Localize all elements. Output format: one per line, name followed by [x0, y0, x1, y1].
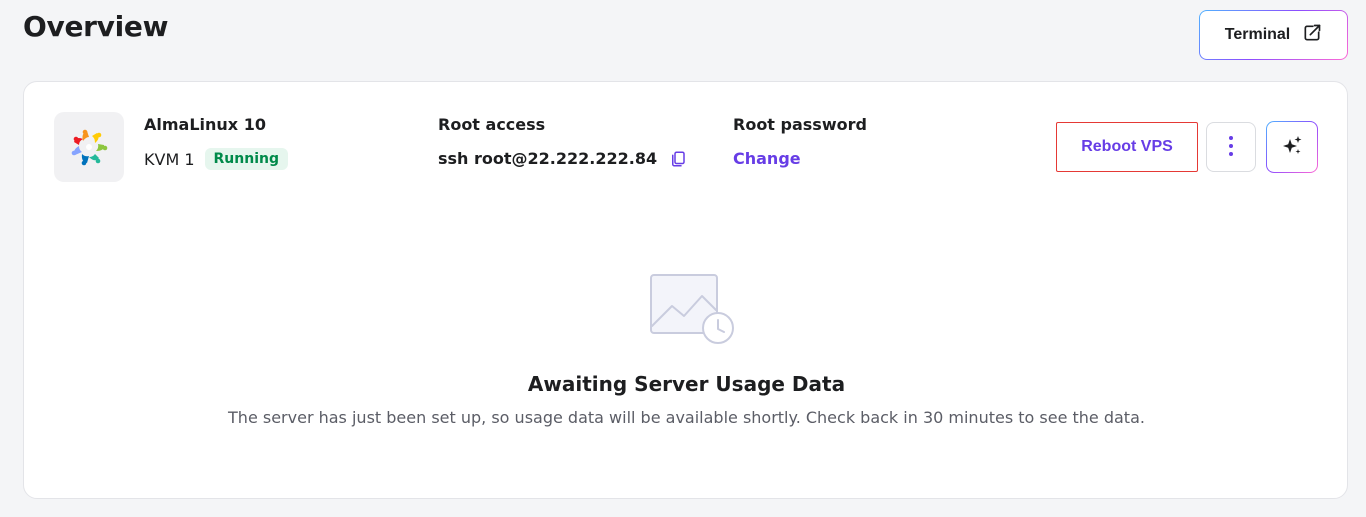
ssh-command-row: ssh root@22.222.222.84 [438, 149, 687, 168]
more-options-button[interactable] [1206, 122, 1256, 172]
terminal-button-label: Terminal [1224, 26, 1291, 43]
root-password-label: Root password [733, 115, 867, 134]
reboot-vps-button[interactable]: Reboot VPS [1056, 122, 1198, 172]
terminal-button[interactable]: Terminal [1199, 10, 1348, 60]
change-password-link[interactable]: Change [733, 149, 801, 168]
awaiting-data-illustration-icon [650, 274, 736, 348]
os-name: AlmaLinux 10 [144, 115, 266, 134]
server-overview-card: AlmaLinux 10 KVM 1 Running Root access s… [23, 81, 1348, 499]
plan-name: KVM 1 [144, 149, 195, 169]
root-access-label: Root access [438, 115, 546, 134]
sparkle-icon [1280, 134, 1304, 161]
plan-row: KVM 1 Running [144, 148, 288, 170]
empty-state-title: Awaiting Server Usage Data [527, 372, 846, 396]
vertical-dots-icon [1228, 135, 1234, 160]
copy-icon[interactable] [669, 150, 687, 168]
page-title: Overview [23, 10, 169, 43]
ssh-command: ssh root@22.222.222.84 [438, 149, 658, 168]
almalinux-logo-icon [54, 112, 124, 182]
ai-assistant-button[interactable] [1266, 121, 1318, 173]
external-link-icon [1302, 23, 1322, 48]
status-badge: Running [204, 148, 288, 170]
empty-state-description: The server has just been set up, so usag… [228, 408, 1145, 427]
